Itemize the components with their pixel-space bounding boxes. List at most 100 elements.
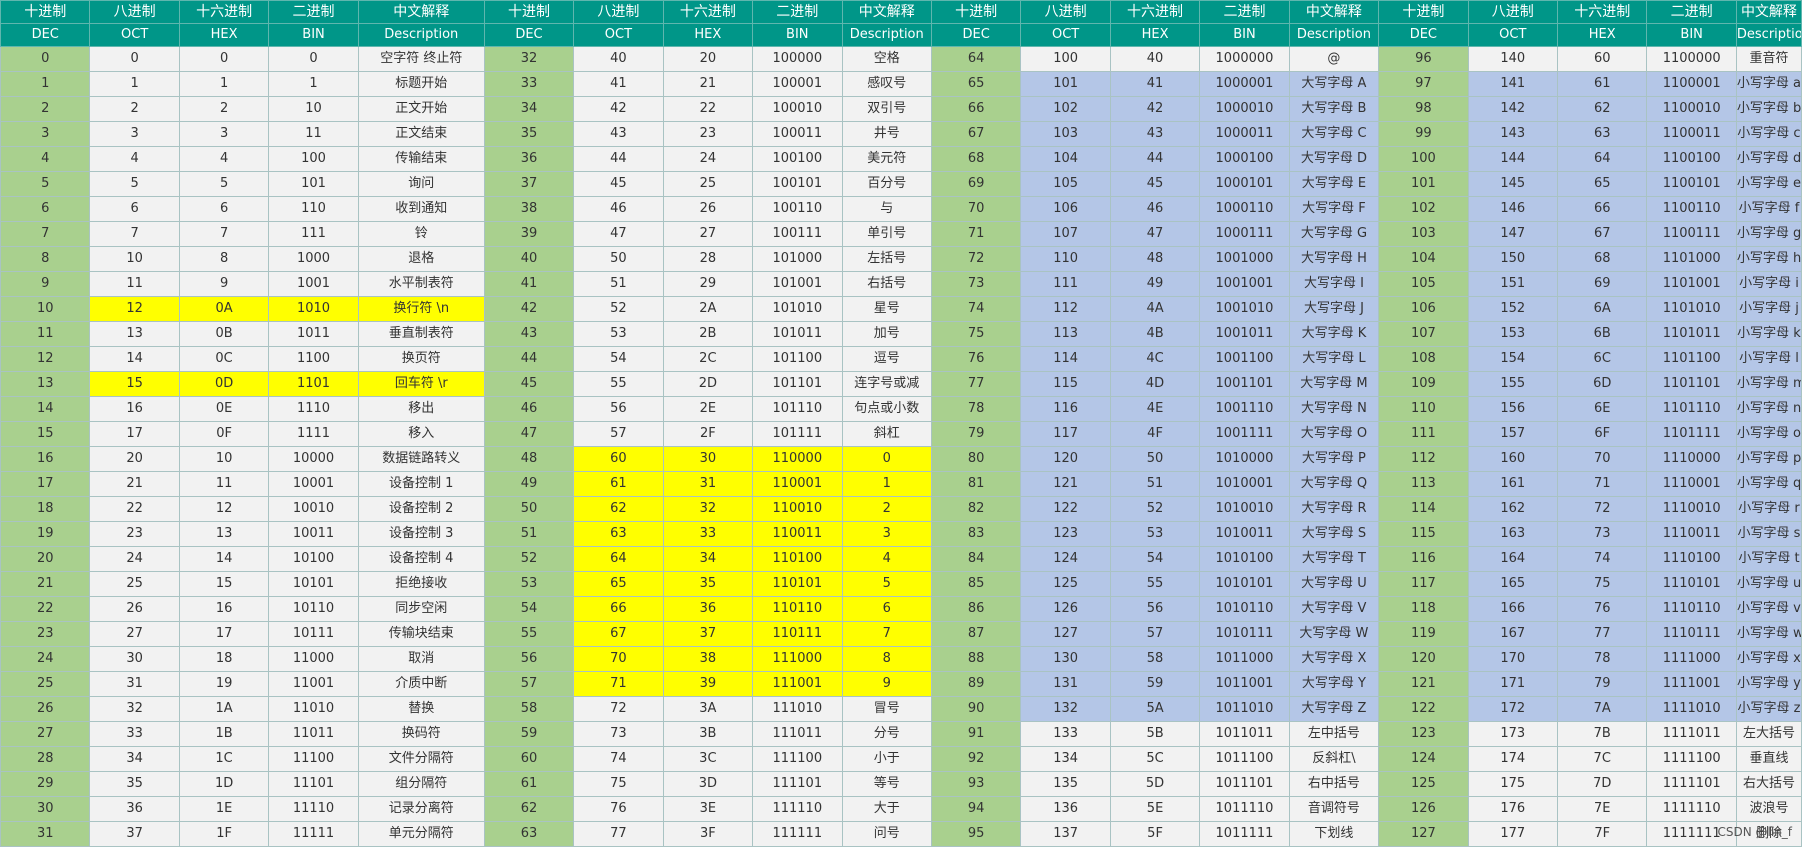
cell-oct: 113 <box>1020 321 1111 347</box>
cell-hex: 13 <box>178 521 270 547</box>
cell-dec: 14 <box>0 396 91 422</box>
cell-bin: 1011110 <box>1199 796 1290 822</box>
cell-bin: 1101011 <box>1646 321 1737 347</box>
cell-oct: 135 <box>1020 771 1111 797</box>
cell-oct: 172 <box>1467 696 1559 722</box>
cell-oct: 55 <box>573 371 664 397</box>
cell-desc: 大写字母 G <box>1288 221 1380 247</box>
cell-desc: 小写字母 n <box>1735 396 1802 422</box>
cell-desc: 左大括号 <box>1735 721 1802 747</box>
cell-oct: 117 <box>1020 421 1111 447</box>
cell-bin: 111101 <box>752 771 843 797</box>
cell-bin: 110100 <box>752 546 843 572</box>
cell-dec: 56 <box>483 646 575 672</box>
cell-oct: 44 <box>573 146 664 172</box>
cell-desc: 大写字母 W <box>1288 621 1380 647</box>
table-row: 3 3 3 11 正文结束 35 43 23 100011 井号 67 103 43 1000011 大写字… <box>0 121 1802 147</box>
cell-hex: 49 <box>1109 271 1201 297</box>
cell-oct: 50 <box>573 246 664 272</box>
cell-desc: 设备控制 4 <box>357 546 485 572</box>
cell-desc: 收到通知 <box>357 196 485 222</box>
cell-dec: 108 <box>1378 346 1469 372</box>
cell-oct: 45 <box>573 171 664 197</box>
cell-hex: 72 <box>1557 496 1648 522</box>
cell-oct: 62 <box>573 496 664 522</box>
cell-oct: 153 <box>1467 321 1559 347</box>
cell-bin: 100101 <box>752 171 843 197</box>
cell-bin: 1001110 <box>1199 396 1290 422</box>
cell-hex: 52 <box>1109 496 1201 522</box>
cell-desc: 小写字母 v <box>1735 596 1802 622</box>
cell-hex: 9 <box>178 271 270 297</box>
cell-bin: 1 <box>268 71 359 97</box>
cell-oct: 166 <box>1467 596 1559 622</box>
cell-dec: 55 <box>483 621 575 647</box>
cell-oct: 143 <box>1467 121 1559 147</box>
table-row: 29 35 1D 11101 组分隔符 61 75 3D 111101 等号 93 135 5D 1011… <box>0 771 1802 797</box>
cell-bin: 1010101 <box>1199 571 1290 597</box>
cell-oct: 74 <box>573 746 664 772</box>
cell-bin: 1101000 <box>1646 246 1737 272</box>
cell-bin: 111000 <box>752 646 843 672</box>
cell-dec: 5 <box>0 171 91 197</box>
cell-desc: 7 <box>841 621 932 647</box>
cell-hex: 35 <box>662 571 754 597</box>
cell-hex: 4E <box>1109 396 1201 422</box>
cell-dec: 111 <box>1378 421 1469 447</box>
cell-dec: 37 <box>483 171 575 197</box>
cell-desc: 大写字母 Q <box>1288 471 1380 497</box>
cell-dec: 48 <box>483 446 575 472</box>
cell-hex: 59 <box>1109 671 1201 697</box>
cell-oct: 7 <box>89 221 180 247</box>
table-row: 13 15 0D 1101 回车符 \r 45 55 2D 101101 连字号或减 77 115 4D… <box>0 371 1802 397</box>
cell-dec: 113 <box>1378 471 1469 497</box>
cell-dec: 106 <box>1378 296 1469 322</box>
cell-dec: 66 <box>930 96 1022 122</box>
cell-dec: 15 <box>0 421 91 447</box>
cell-hex: 3A <box>662 696 754 722</box>
cell-oct: 15 <box>89 371 180 397</box>
cell-bin: 1100010 <box>1646 96 1737 122</box>
cell-oct: 32 <box>89 696 180 722</box>
cell-hex: 1D <box>178 771 270 797</box>
cell-bin: 101000 <box>752 246 843 272</box>
cell-oct: 134 <box>1020 746 1111 772</box>
header-bin-en: BIN <box>268 23 359 47</box>
cell-desc: 空格 <box>841 46 932 72</box>
cell-oct: 123 <box>1020 521 1111 547</box>
cell-bin: 1001000 <box>1199 246 1290 272</box>
cell-dec: 49 <box>483 471 575 497</box>
cell-desc: 组分隔符 <box>357 771 485 797</box>
cell-oct: 24 <box>89 546 180 572</box>
cell-bin: 1011010 <box>1199 696 1290 722</box>
cell-desc: 介质中断 <box>357 671 485 697</box>
cell-desc: 小写字母 x <box>1735 646 1802 672</box>
cell-desc: 小写字母 h <box>1735 246 1802 272</box>
cell-oct: 157 <box>1467 421 1559 447</box>
cell-hex: 51 <box>1109 471 1201 497</box>
cell-bin: 10100 <box>268 546 359 572</box>
cell-bin: 1101110 <box>1646 396 1737 422</box>
cell-desc: 小写字母 g <box>1735 221 1802 247</box>
table-body: 0 0 0 0 空字符 终止符 32 40 20 100000 空格 64 100 40 1000000 @… <box>0 46 1802 847</box>
cell-desc: 大写字母 T <box>1288 546 1380 572</box>
cell-desc: 等号 <box>841 771 932 797</box>
cell-hex: 17 <box>178 621 270 647</box>
cell-oct: 56 <box>573 396 664 422</box>
cell-oct: 145 <box>1467 171 1559 197</box>
cell-oct: 121 <box>1020 471 1111 497</box>
cell-dec: 45 <box>483 371 575 397</box>
cell-desc: 小写字母 o <box>1735 421 1802 447</box>
cell-oct: 104 <box>1020 146 1111 172</box>
cell-bin: 1111100 <box>1646 746 1737 772</box>
cell-dec: 93 <box>930 771 1022 797</box>
cell-dec: 11 <box>0 321 91 347</box>
cell-bin: 110011 <box>752 521 843 547</box>
cell-dec: 4 <box>0 146 91 172</box>
cell-dec: 124 <box>1378 746 1469 772</box>
cell-hex: 18 <box>178 646 270 672</box>
cell-dec: 68 <box>930 146 1022 172</box>
cell-desc: 加号 <box>841 321 932 347</box>
cell-hex: 1B <box>178 721 270 747</box>
cell-bin: 1010100 <box>1199 546 1290 572</box>
